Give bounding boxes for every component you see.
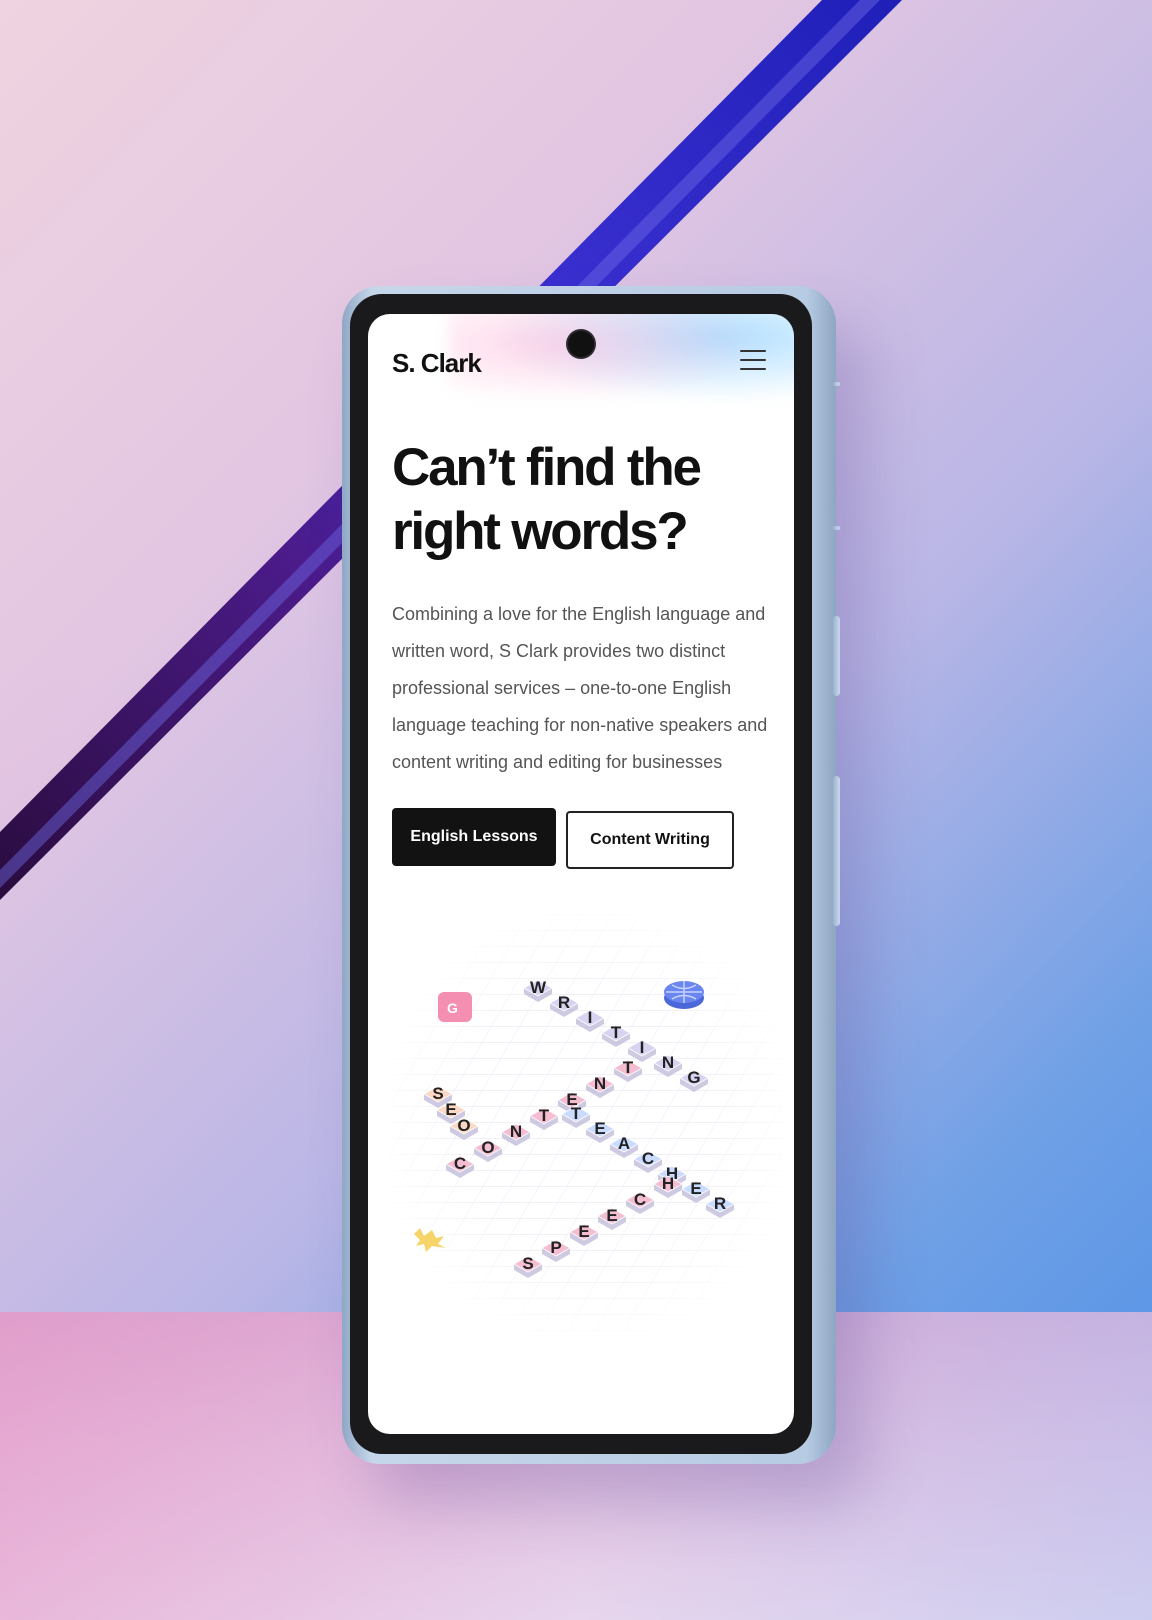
hero-intro-text: Combining a love for the English languag…	[392, 604, 768, 772]
tile-letter: I	[640, 1038, 645, 1057]
crossword-illustration: WRITINGSEOCONTENTTEACHERSPEECH G	[388, 914, 788, 1334]
content-writing-button[interactable]: Content Writing	[566, 811, 734, 869]
tile-letter: S	[522, 1254, 533, 1273]
tile-letter: C	[642, 1149, 654, 1168]
tile-letter: S	[432, 1084, 443, 1103]
menu-line	[740, 368, 766, 370]
svg-text:G: G	[447, 1000, 458, 1016]
tile-letter: T	[539, 1106, 550, 1125]
tile-letter: E	[606, 1206, 617, 1225]
tile-letter: P	[550, 1238, 561, 1257]
phone-device: S. Clark Can’t find the right words? Com…	[342, 286, 840, 1464]
tile-letter: I	[588, 1008, 593, 1027]
tile-letter: T	[623, 1058, 634, 1077]
tile-letter: R	[714, 1194, 726, 1213]
tile-letter: A	[618, 1134, 630, 1153]
phone-frame-seam	[833, 526, 840, 530]
tile-letter: E	[578, 1222, 589, 1241]
grid-fade	[388, 914, 788, 1334]
tile-letter: T	[611, 1023, 622, 1042]
phone-frame-seam	[833, 382, 840, 386]
tile-letter: N	[662, 1053, 674, 1072]
volume-button	[833, 776, 840, 926]
tile-letter: N	[510, 1122, 522, 1141]
brand-logo[interactable]: S. Clark	[392, 348, 482, 379]
hamburger-menu-icon[interactable]	[740, 350, 766, 370]
tile-letter: C	[634, 1190, 646, 1209]
tile-letter: G	[687, 1068, 700, 1087]
tile-letter: E	[594, 1119, 605, 1138]
power-button	[833, 616, 840, 696]
tile-letter: O	[481, 1138, 494, 1157]
front-camera	[568, 331, 594, 357]
tile-letter: N	[594, 1074, 606, 1093]
tile-letter: C	[454, 1154, 466, 1173]
phone-screen: S. Clark Can’t find the right words? Com…	[368, 314, 794, 1434]
tile-letter: E	[445, 1100, 456, 1119]
menu-line	[740, 359, 766, 361]
phone-bezel: S. Clark Can’t find the right words? Com…	[350, 294, 812, 1454]
page-title: Can’t find the right words?	[392, 438, 702, 561]
translate-icon: G	[438, 992, 472, 1022]
menu-line	[740, 350, 766, 352]
globe-icon	[664, 981, 704, 1009]
tile-letter: W	[530, 978, 547, 997]
tile-letter: E	[690, 1179, 701, 1198]
tile-letter: O	[457, 1116, 470, 1135]
tile-letter: H	[662, 1174, 674, 1193]
tile-letter: R	[558, 993, 570, 1012]
english-lessons-button[interactable]: English Lessons	[392, 808, 556, 866]
tile-letter: T	[571, 1104, 582, 1123]
